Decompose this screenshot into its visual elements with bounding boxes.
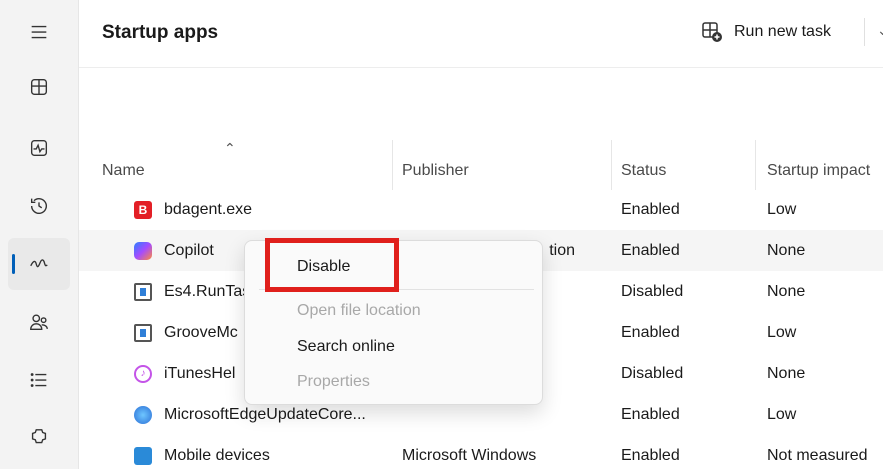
cell-status: Disabled xyxy=(621,282,684,300)
processes-icon xyxy=(30,78,48,96)
run-new-task-button[interactable]: Run new task xyxy=(696,16,835,48)
cell-status: Enabled xyxy=(621,446,680,464)
page-header: Startup apps Run new task ⌄ xyxy=(79,0,883,68)
nav-item-processes[interactable] xyxy=(8,61,70,113)
column-divider[interactable] xyxy=(755,140,756,190)
column-divider[interactable] xyxy=(611,140,612,190)
app-window-icon xyxy=(134,323,152,342)
highlight-box xyxy=(265,238,399,292)
nav-item-performance[interactable] xyxy=(8,122,70,174)
column-header-publisher[interactable]: Publisher xyxy=(402,140,612,190)
hamburger-menu-button[interactable] xyxy=(8,6,70,58)
cell-publisher: Microsoft Windows xyxy=(402,446,537,464)
menu-item-search-online[interactable]: Search online xyxy=(297,338,395,356)
cell-impact: Low xyxy=(767,200,797,218)
nav-rail xyxy=(0,0,78,469)
cell-impact: None xyxy=(767,241,806,259)
more-options-chevron-icon[interactable]: ⌄ xyxy=(877,22,883,39)
cell-impact: Low xyxy=(767,405,797,423)
performance-icon xyxy=(30,139,48,157)
edge-update-icon xyxy=(134,405,152,424)
itunes-icon: ♪ xyxy=(134,364,152,383)
bitdefender-icon: B xyxy=(134,200,152,219)
active-indicator xyxy=(12,254,15,274)
column-divider[interactable] xyxy=(392,140,393,190)
nav-item-services[interactable] xyxy=(8,412,70,464)
mobile-devices-icon xyxy=(134,446,152,465)
cell-name: Mobile devices xyxy=(134,435,389,469)
column-header-startup-impact[interactable]: Startup impact xyxy=(767,140,883,190)
copilot-icon xyxy=(134,241,152,260)
cell-status: Enabled xyxy=(621,200,680,218)
run-new-task-label: Run new task xyxy=(734,23,831,40)
menu-item-properties: Properties xyxy=(297,373,370,390)
cell-impact: Not measured xyxy=(767,446,868,464)
hamburger-menu-icon xyxy=(31,25,47,39)
cell-impact: None xyxy=(767,364,806,382)
column-header-status[interactable]: Status xyxy=(621,140,756,190)
header-divider xyxy=(864,18,865,46)
users-icon xyxy=(30,314,48,331)
cell-status: Enabled xyxy=(621,405,680,423)
table-row[interactable]: B bdagent.exe Enabled Low xyxy=(79,189,883,230)
page-title: Startup apps xyxy=(102,22,219,43)
startup-apps-icon xyxy=(30,259,48,268)
cell-status: Enabled xyxy=(621,323,680,341)
nav-item-details[interactable] xyxy=(8,354,70,406)
table-row[interactable]: Mobile devices Microsoft Windows Enabled… xyxy=(79,435,883,469)
run-new-task-icon xyxy=(702,22,722,42)
menu-item-open-file-location: Open file location xyxy=(297,302,421,319)
app-history-icon xyxy=(30,198,47,215)
cell-impact: Low xyxy=(767,323,797,341)
cell-status: Disabled xyxy=(621,364,684,382)
cell-impact: None xyxy=(767,282,806,300)
app-window-icon xyxy=(134,282,152,301)
nav-item-startup-apps[interactable] xyxy=(8,238,70,290)
services-icon xyxy=(31,429,47,444)
column-header-name[interactable]: Name xyxy=(102,140,392,190)
details-icon xyxy=(30,373,47,387)
nav-item-users[interactable] xyxy=(8,296,70,348)
cell-status: Enabled xyxy=(621,241,680,259)
nav-item-app-history[interactable] xyxy=(8,180,70,232)
cell-publisher xyxy=(402,189,610,230)
cell-name: B bdagent.exe xyxy=(134,189,389,230)
